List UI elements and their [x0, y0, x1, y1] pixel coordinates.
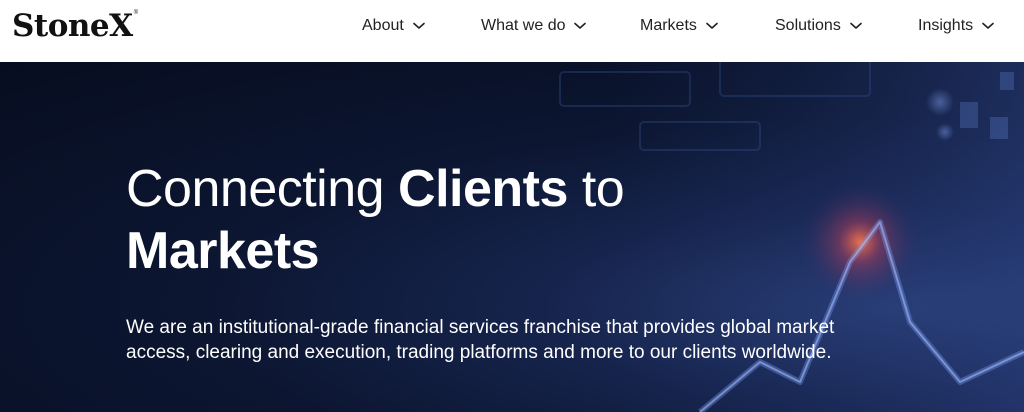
- hero-title-bold2: Markets: [126, 222, 320, 280]
- site-header: StoneX ® About What we do Markets Solutio…: [0, 0, 1024, 62]
- nav-item-insights[interactable]: Insights: [918, 14, 994, 38]
- chevron-down-icon: [706, 22, 718, 30]
- nav-item-solutions[interactable]: Solutions: [775, 14, 862, 38]
- hero-title-bold1: Clients: [398, 160, 568, 218]
- nav-item-label: Solutions: [775, 17, 841, 34]
- nav-item-label: About: [362, 17, 404, 34]
- nav-item-about[interactable]: About: [362, 14, 425, 38]
- main-nav: About What we do Markets Solutions Insig…: [0, 0, 1024, 52]
- chevron-down-icon: [574, 22, 587, 30]
- hero-banner: Connecting Clients to Markets We are an …: [0, 62, 1024, 412]
- hero-description: We are an institutional-grade financial …: [126, 317, 835, 363]
- hero-title: Connecting Clients to Markets: [126, 158, 826, 282]
- nav-item-label: Insights: [918, 17, 974, 34]
- chevron-down-icon: [982, 22, 994, 30]
- nav-item-markets[interactable]: Markets: [640, 14, 718, 38]
- chevron-down-icon: [850, 22, 862, 30]
- nav-item-label: Markets: [640, 17, 697, 34]
- nav-item-what-we-do[interactable]: What we do: [481, 14, 587, 38]
- hero-title-part1: Connecting: [126, 160, 399, 218]
- hero-title-part2: to: [567, 160, 625, 218]
- nav-item-label: What we do: [481, 17, 566, 34]
- chevron-down-icon: [413, 22, 425, 30]
